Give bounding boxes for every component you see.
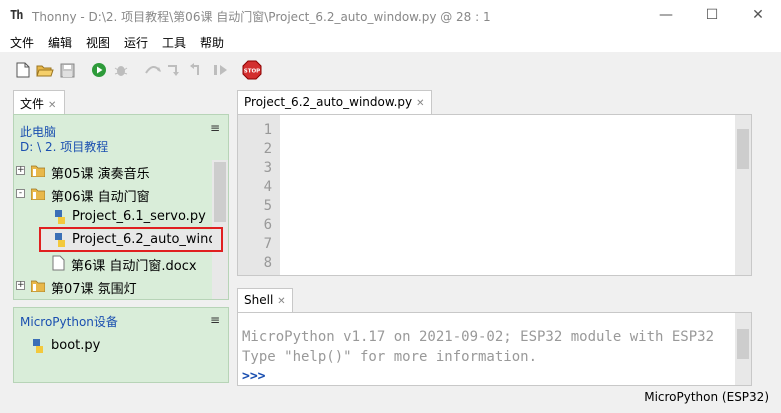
menu-view[interactable]: 视图	[86, 34, 110, 51]
tree-label: Project_6.1_servo.py	[72, 209, 206, 224]
menu-icon[interactable]: ≡	[210, 313, 220, 327]
tree-label: 第05课 演奏音乐	[51, 167, 150, 182]
run-icon[interactable]	[90, 61, 108, 79]
maximize-button[interactable]: ☐	[689, 0, 735, 30]
stop-icon[interactable]: STOP	[242, 60, 262, 80]
collapse-icon[interactable]: -	[16, 189, 25, 198]
list-item[interactable]: boot.py	[14, 336, 214, 358]
python-file-icon	[55, 210, 65, 224]
step-over-icon[interactable]	[144, 61, 162, 79]
tree-row[interactable]: - 第06课 自动门窗	[14, 184, 214, 206]
document-icon	[52, 255, 65, 271]
title-bar: Th Thonny - D:\2. 项目教程\第06课 自动门窗\Project…	[0, 0, 781, 30]
shell-prompt[interactable]: >>>	[242, 369, 265, 384]
device-pane: MicroPython设备 ≡ boot.py	[13, 307, 229, 383]
expand-icon[interactable]: +	[16, 166, 25, 175]
open-file-icon[interactable]	[36, 61, 54, 79]
close-button[interactable]: ✕	[735, 0, 781, 30]
new-file-icon[interactable]	[14, 61, 32, 79]
line-gutter: 1 2 3 4 5 6 7 8	[238, 115, 280, 275]
line-number: 8	[263, 255, 272, 271]
line-number: 1	[263, 122, 272, 138]
tab-editor-file[interactable]: Project_6.2_auto_window.py ✕	[237, 90, 432, 114]
python-file-icon	[33, 339, 43, 353]
menu-tools[interactable]: 工具	[162, 34, 186, 51]
folder-icon	[31, 188, 45, 200]
tree-row[interactable]: 第6课 自动门窗.docx	[14, 253, 214, 275]
editor-scrollbar[interactable]	[735, 115, 751, 275]
shell-scrollbar[interactable]	[735, 313, 751, 385]
toolbar: STOP	[0, 52, 781, 86]
folder-icon	[31, 165, 45, 177]
tree-row[interactable]: Project_6.1_servo.py	[14, 207, 214, 229]
editor-tabs: Project_6.2_auto_window.py ✕	[237, 90, 752, 114]
line-number: 4	[263, 179, 272, 195]
tab-files[interactable]: 文件 ✕	[13, 90, 65, 114]
stop-icon-label: STOP	[244, 69, 260, 75]
close-icon[interactable]: ✕	[277, 296, 285, 307]
code-editor[interactable]: 1 2 3 4 5 6 7 8	[237, 114, 752, 276]
menu-help[interactable]: 帮助	[200, 34, 224, 51]
device-title: MicroPython设备	[20, 315, 118, 329]
menu-edit[interactable]: 编辑	[48, 34, 72, 51]
menu-icon[interactable]: ≡	[210, 121, 220, 135]
tree-label: 第06课 自动门窗	[51, 190, 150, 205]
files-pane: 此电脑 D: \ 2. 项目教程 ≡ + 第05课 演奏音乐 - 第06课 自动…	[13, 114, 229, 300]
scrollbar-thumb[interactable]	[214, 162, 226, 222]
shell-tab-label: Shell	[244, 293, 274, 307]
close-icon[interactable]: ✕	[48, 100, 56, 111]
menu-file[interactable]: 文件	[10, 34, 34, 51]
window-title: Thonny - D:\2. 项目教程\第06课 自动门窗\Project_6.…	[32, 10, 491, 24]
shell-banner-line: Type "help()" for more information.	[242, 349, 538, 365]
resume-icon[interactable]	[212, 61, 230, 79]
scrollbar-thumb[interactable]	[737, 129, 749, 169]
line-number: 5	[263, 198, 272, 214]
line-number: 7	[263, 236, 272, 252]
scrollbar-thumb[interactable]	[737, 329, 749, 359]
shell-tabs: Shell ✕	[237, 288, 752, 312]
step-out-icon[interactable]	[188, 61, 206, 79]
minimize-button[interactable]: —	[643, 0, 689, 30]
line-number: 2	[263, 141, 272, 157]
save-icon[interactable]	[58, 61, 76, 79]
red-highlight-box	[39, 227, 223, 252]
interpreter-status[interactable]: MicroPython (ESP32)	[644, 390, 769, 404]
folder-icon	[31, 280, 45, 292]
current-path[interactable]: D: \ 2. 项目教程	[20, 138, 108, 155]
editor-tab-label: Project_6.2_auto_window.py	[244, 95, 413, 109]
tree-label: 第07课 氛围灯	[51, 282, 137, 297]
line-number: 6	[263, 217, 272, 233]
tree-row[interactable]: + 第05课 演奏音乐	[14, 161, 214, 183]
debug-icon[interactable]	[112, 61, 130, 79]
shell-banner-line: MicroPython v1.17 on 2021-09-02; ESP32 m…	[242, 329, 715, 345]
menu-bar: 文件 编辑 视图 运行 工具 帮助	[0, 30, 781, 52]
shell-console[interactable]: MicroPython v1.17 on 2021-09-02; ESP32 m…	[237, 312, 752, 386]
line-number: 3	[263, 160, 272, 176]
tab-files-label: 文件	[20, 97, 45, 111]
tree-row[interactable]: + 第07课 氛围灯	[14, 276, 214, 298]
expand-icon[interactable]: +	[16, 281, 25, 290]
tab-shell[interactable]: Shell ✕	[237, 288, 293, 312]
thonny-logo-icon: Th	[10, 8, 23, 22]
menu-run[interactable]: 运行	[124, 34, 148, 51]
device-file-label: boot.py	[51, 338, 101, 353]
step-into-icon[interactable]	[166, 61, 184, 79]
tree-label: 第6课 自动门窗.docx	[71, 259, 197, 274]
close-icon[interactable]: ✕	[416, 98, 424, 109]
